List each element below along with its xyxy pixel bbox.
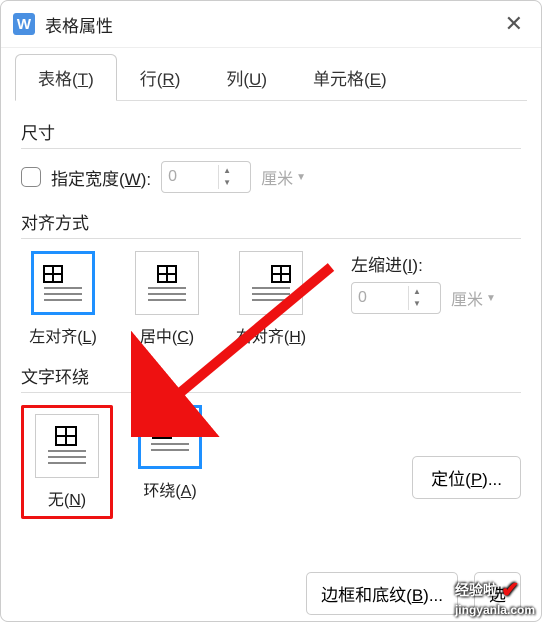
tab-table[interactable]: 表格(T) (15, 54, 117, 101)
align-center-option[interactable]: 居中(C) (125, 251, 209, 347)
alignment-row: 左对齐(L) 居中(C) 右对齐(H) 左缩进(I): ▲▼ (21, 251, 521, 347)
spin-up-icon[interactable]: ▲ (219, 165, 235, 177)
position-button[interactable]: 定位(P)... (412, 456, 521, 499)
wrap-none-label: 无(N) (48, 486, 86, 510)
tab-row[interactable]: 行(R) (117, 54, 204, 100)
specify-width-checkbox[interactable] (21, 167, 41, 187)
spin-buttons[interactable]: ▲▼ (218, 165, 235, 189)
indent-spinner[interactable]: ▲▼ (351, 282, 441, 314)
wrap-row: 无(N) 环绕(A) 定位(P)... (21, 405, 521, 519)
size-row: 指定宽度(W): ▲▼ 厘米▼ (21, 161, 521, 193)
spin-buttons[interactable]: ▲▼ (408, 286, 425, 310)
watermark: 经验啦 ✔ jingyanla.com (455, 577, 535, 617)
indent-unit-select[interactable]: 厘米▼ (451, 286, 496, 310)
dialog-window: W 表格属性 ✕ 表格(T) 行(R) 列(U) 单元格(E) 尺寸 指定宽度(… (0, 0, 542, 622)
align-right-label: 右对齐(H) (236, 323, 306, 347)
indent-input[interactable] (352, 285, 408, 311)
wrap-around-label: 环绕(A) (143, 477, 196, 501)
width-unit-select[interactable]: 厘米▼ (261, 165, 306, 189)
align-left-icon (31, 251, 95, 315)
tab-suffix: ) (88, 70, 94, 89)
width-input[interactable] (162, 164, 218, 190)
indent-block: 左缩进(I): ▲▼ 厘米▼ (351, 251, 496, 314)
tab-column[interactable]: 列(U) (203, 54, 290, 100)
chevron-down-icon: ▼ (486, 293, 496, 304)
app-icon: W (13, 13, 35, 35)
tab-bar: 表格(T) 行(R) 列(U) 单元格(E) (15, 54, 527, 101)
watermark-text2: jingyanla.com (455, 603, 535, 617)
width-spinner[interactable]: ▲▼ (161, 161, 251, 193)
wrap-section-title: 文字环绕 (21, 363, 521, 388)
align-left-label: 左对齐(L) (29, 323, 97, 347)
unit-label: 厘米 (261, 165, 293, 189)
tab-key: T (78, 70, 88, 89)
highlight-box: 无(N) (21, 405, 113, 519)
window-title: 表格属性 (45, 12, 113, 37)
check-icon: ✔ (501, 577, 519, 603)
chevron-down-icon: ▼ (296, 172, 306, 183)
tab-pane: 尺寸 指定宽度(W): ▲▼ 厘米▼ 对齐方式 左对齐(L) (1, 101, 541, 531)
align-center-icon (135, 251, 199, 315)
align-center-label: 居中(C) (140, 323, 194, 347)
border-shading-button[interactable]: 边框和底纹(B)... (306, 572, 458, 615)
size-section-title: 尺寸 (21, 119, 521, 144)
spin-down-icon[interactable]: ▼ (219, 177, 235, 189)
wrap-around-icon (138, 405, 202, 469)
specify-width-label: 指定宽度(W): (51, 165, 151, 190)
spin-up-icon[interactable]: ▲ (409, 286, 425, 298)
unit-label: 厘米 (451, 286, 483, 310)
indent-label: 左缩进(I): (351, 251, 496, 276)
wrap-none-icon (35, 414, 99, 478)
spin-down-icon[interactable]: ▼ (409, 298, 425, 310)
tab-label: 表格( (38, 70, 78, 89)
tab-cell[interactable]: 单元格(E) (290, 54, 410, 100)
wrap-around-option[interactable]: 环绕(A) (133, 405, 207, 501)
align-left-option[interactable]: 左对齐(L) (21, 251, 105, 347)
alignment-section-title: 对齐方式 (21, 209, 521, 234)
titlebar: W 表格属性 ✕ (1, 1, 541, 48)
watermark-text1: 经验啦 (455, 580, 497, 600)
close-button[interactable]: ✕ (499, 9, 529, 39)
align-right-option[interactable]: 右对齐(H) (229, 251, 313, 347)
wrap-none-option[interactable]: 无(N) (30, 414, 104, 510)
align-right-icon (239, 251, 303, 315)
